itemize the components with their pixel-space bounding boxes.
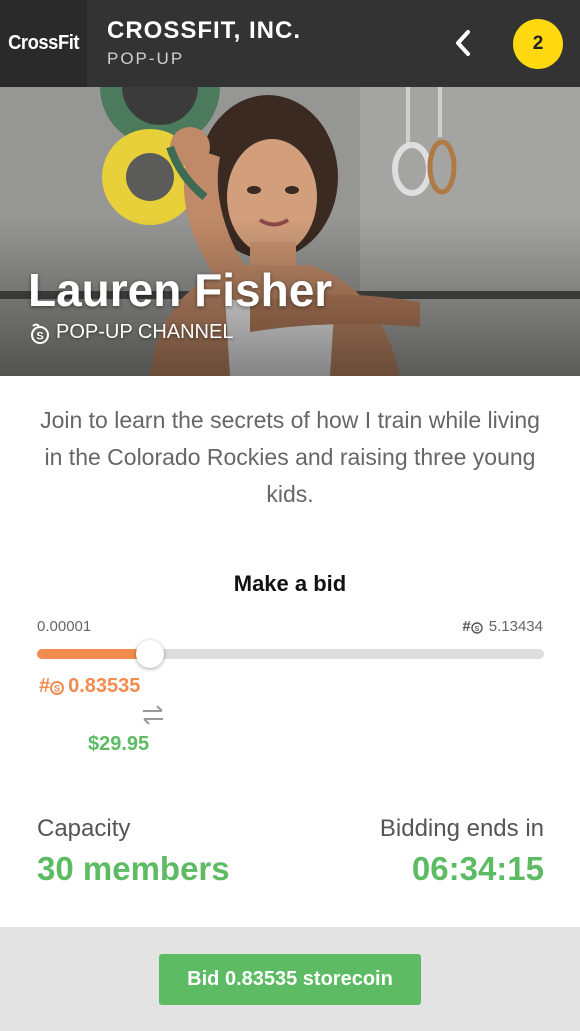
- footer-bar: Bid 0.83535 storecoin: [0, 927, 580, 1031]
- chevron-left-icon: [456, 30, 470, 56]
- channel-owner-name: Lauren Fisher: [28, 264, 333, 316]
- bid-max: # S 5.13434: [462, 618, 543, 635]
- swap-arrows-icon: [143, 705, 163, 725]
- bid-max-value: 5.13434: [488, 618, 543, 635]
- bidding-ends-label: Bidding ends in: [379, 815, 544, 842]
- notification-badge[interactable]: 2: [513, 19, 563, 69]
- channel-type-label: POP-UP CHANNEL: [56, 321, 234, 343]
- channel-type: S POP-UP CHANNEL: [28, 321, 233, 344]
- coin-icon: S: [31, 323, 49, 344]
- bid-section-title: Make a bid: [233, 571, 347, 596]
- bid-coin-amount: # S 0.83535: [39, 675, 140, 698]
- app-header: CrossFit CROSSFIT, INC. POP-UP 2: [0, 0, 580, 87]
- logo-text: CrossFit: [8, 32, 79, 54]
- coin-icon: S: [471, 621, 483, 634]
- bid-slider-handle[interactable]: [136, 640, 164, 668]
- svg-text:S: S: [54, 683, 60, 693]
- crossfit-logo[interactable]: CrossFit: [0, 0, 87, 87]
- svg-text:S: S: [36, 330, 43, 342]
- bid-usd-value: $29.95: [88, 733, 150, 755]
- hash-symbol: #: [39, 675, 51, 697]
- capacity-value: 30 members: [37, 850, 230, 887]
- bid-slider[interactable]: [37, 640, 544, 668]
- bid-coin-value: 0.83535: [68, 675, 141, 697]
- back-button[interactable]: [446, 26, 480, 60]
- page-subtitle: POP-UP: [107, 49, 185, 68]
- hash-symbol: #: [462, 618, 471, 635]
- bid-slider-fill: [37, 649, 150, 659]
- capacity-label: Capacity: [37, 815, 131, 842]
- svg-text:S: S: [474, 625, 479, 632]
- brand-block: CROSSFIT, INC. POP-UP: [107, 17, 301, 71]
- bidding-countdown: 06:34:15: [411, 850, 544, 887]
- coin-icon: S: [50, 680, 65, 695]
- channel-description: Join to learn the secrets of how I train…: [40, 407, 540, 507]
- hero-banner: Lauren Fisher S POP-UP CHANNEL: [0, 87, 580, 376]
- bid-min-value: 0.00001: [37, 618, 92, 635]
- submit-bid-button[interactable]: Bid 0.83535 storecoin: [159, 954, 421, 1005]
- page-title: CROSSFIT, INC.: [107, 17, 302, 44]
